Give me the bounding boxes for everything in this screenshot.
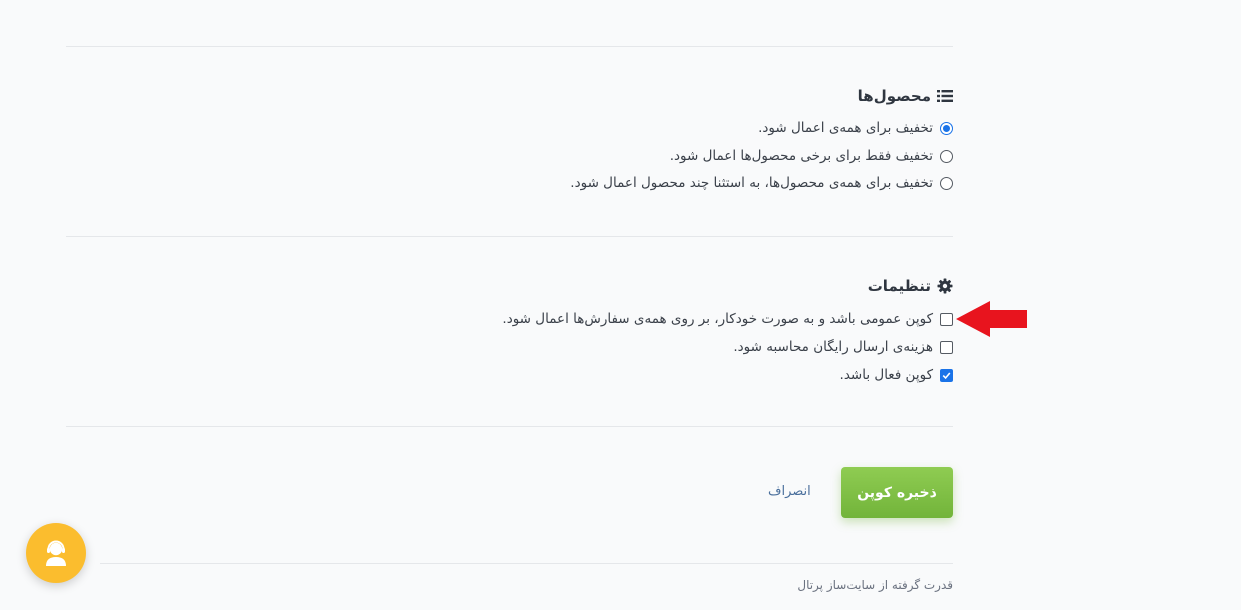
list-icon bbox=[937, 88, 953, 104]
save-coupon-button[interactable]: ذخیره کوپن bbox=[841, 467, 953, 518]
settings-option-active[interactable]: کوپن فعال باشد. bbox=[840, 367, 953, 383]
divider-bottom bbox=[66, 426, 953, 427]
radio-some-products[interactable] bbox=[940, 149, 953, 163]
products-option-some[interactable]: تخفیف فقط برای برخی محصول‌ها اعمال شود. bbox=[670, 148, 953, 164]
products-option-except[interactable]: تخفیف برای همه‌ی محصول‌ها، به استثنا چند… bbox=[570, 175, 953, 191]
arrow-annotation-icon bbox=[956, 301, 1027, 337]
check-icon bbox=[942, 371, 951, 379]
settings-option-public-coupon[interactable]: کوپن عمومی باشد و به صورت خودکار، بر روی… bbox=[502, 311, 953, 327]
products-option-except-label: تخفیف برای همه‌ی محصول‌ها، به استثنا چند… bbox=[570, 175, 933, 191]
products-option-some-label: تخفیف فقط برای برخی محصول‌ها اعمال شود. bbox=[669, 148, 933, 164]
settings-option-free-shipping[interactable]: هزینه‌ی ارسال رایگان محاسبه شود. bbox=[733, 339, 953, 355]
cancel-link[interactable]: انصراف bbox=[768, 484, 811, 499]
checkbox-public-coupon[interactable] bbox=[940, 312, 953, 326]
support-chat-button[interactable] bbox=[26, 523, 86, 583]
divider-top bbox=[66, 46, 953, 47]
products-section-title: محصول‌ها bbox=[858, 87, 953, 105]
settings-option-free-shipping-label: هزینه‌ی ارسال رایگان محاسبه شود. bbox=[733, 339, 933, 355]
divider-middle bbox=[66, 236, 953, 237]
powered-by-text: قدرت گرفته از سایت‌ساز پرتال bbox=[797, 578, 953, 592]
settings-option-active-label: کوپن فعال باشد. bbox=[839, 367, 933, 383]
support-agent-icon bbox=[46, 540, 66, 566]
products-title-label: محصول‌ها bbox=[857, 87, 931, 105]
gear-icon bbox=[937, 278, 953, 294]
products-option-all[interactable]: تخفیف برای همه‌ی اعمال شود. bbox=[758, 120, 953, 136]
settings-option-public-coupon-label: کوپن عمومی باشد و به صورت خودکار، بر روی… bbox=[502, 311, 933, 327]
radio-except-products[interactable] bbox=[940, 176, 953, 190]
checkbox-free-shipping[interactable] bbox=[940, 340, 953, 354]
checkbox-coupon-active[interactable] bbox=[940, 368, 953, 382]
divider-footer bbox=[100, 563, 953, 564]
settings-section-title: تنظیمات bbox=[868, 277, 953, 295]
coupon-settings-page: محصول‌ها تخفیف برای همه‌ی اعمال شود. تخف… bbox=[0, 0, 1241, 610]
products-option-all-label: تخفیف برای همه‌ی اعمال شود. bbox=[758, 120, 933, 136]
settings-title-label: تنظیمات bbox=[867, 277, 931, 295]
radio-all-products[interactable] bbox=[940, 121, 953, 135]
